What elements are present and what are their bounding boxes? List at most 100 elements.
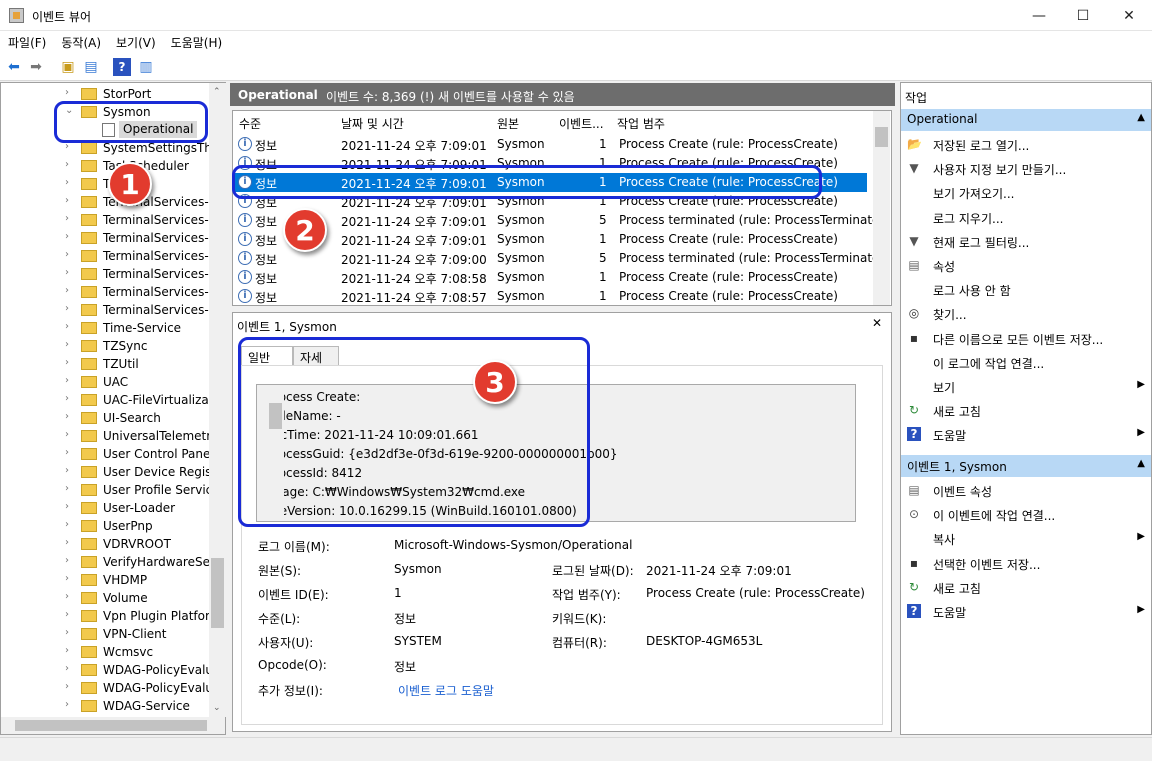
tree-horizontal-scrollbar[interactable] — [1, 717, 225, 734]
tree-item[interactable]: › VDRVROOT — [1, 535, 209, 553]
tree-item[interactable]: › VerifyHardwareSecu — [1, 553, 209, 571]
chevron-right-icon[interactable]: › — [65, 87, 69, 98]
chevron-right-icon[interactable]: › — [65, 681, 69, 692]
tree-item[interactable]: › User-Loader — [1, 499, 209, 517]
column-level[interactable]: 수준 — [239, 115, 261, 132]
help-icon[interactable]: ? — [113, 58, 131, 76]
tree-item[interactable]: › TerminalServices-Re — [1, 283, 209, 301]
event-row[interactable]: i 정보 2021-11-24 오후 7:09:01 Sysmon 1 Process C… — [235, 135, 867, 154]
close-button[interactable]: ✕ — [1106, 0, 1152, 31]
action-item[interactable]: ? 도움말 ▶ — [901, 600, 1151, 622]
action-item[interactable]: ▪ 선택한 이벤트 저장... — [901, 552, 1151, 574]
chevron-right-icon[interactable]: › — [65, 465, 69, 476]
back-arrow-icon[interactable]: ⬅ — [5, 58, 23, 76]
action-item[interactable]: ▼ 사용자 지정 보기 만들기... — [901, 157, 1151, 179]
chevron-right-icon[interactable]: › — [65, 555, 69, 566]
action-item[interactable]: 보기 가져오기... — [901, 181, 1151, 203]
up-folder-icon[interactable]: ▣ — [59, 58, 77, 76]
chevron-right-icon[interactable]: › — [65, 609, 69, 620]
event-row[interactable]: i 정보 2021-11-24 오후 7:08:58 Sysmon 1 Process C… — [235, 268, 867, 287]
event-row[interactable]: i 정보 2021-11-24 오후 7:09:01 Sysmon 1 Process C… — [235, 230, 867, 249]
column-task-category[interactable]: 작업 범주 — [617, 115, 665, 132]
chevron-right-icon[interactable]: › — [65, 339, 69, 350]
actions-section-operational[interactable]: Operational ▲ — [901, 109, 1151, 131]
action-item[interactable]: ▤ 속성 — [901, 254, 1151, 276]
action-item[interactable]: ◎ 찾기... — [901, 302, 1151, 324]
chevron-right-icon[interactable]: › — [65, 231, 69, 242]
chevron-right-icon[interactable]: › — [65, 447, 69, 458]
chevron-right-icon[interactable]: › — [65, 375, 69, 386]
menu-file[interactable]: 파일(F) — [0, 31, 53, 51]
chevron-right-icon[interactable]: › — [65, 411, 69, 422]
action-item[interactable]: ? 도움말 ▶ — [901, 423, 1151, 445]
action-item[interactable]: 보기 ▶ — [901, 375, 1151, 397]
collapse-arrow-icon[interactable]: ▲ — [1137, 458, 1145, 469]
chevron-right-icon[interactable]: › — [65, 483, 69, 494]
tree-vertical-scrollbar[interactable]: ⌃ ⌄ — [209, 83, 226, 717]
event-list-scroll-thumb[interactable] — [875, 127, 888, 147]
action-item[interactable]: ▼ 현재 로그 필터링... — [901, 230, 1151, 252]
forward-arrow-icon[interactable]: ➡ — [27, 58, 45, 76]
chevron-right-icon[interactable]: › — [65, 627, 69, 638]
menu-help[interactable]: 도움말(H) — [163, 31, 230, 51]
chevron-right-icon[interactable]: › — [65, 159, 69, 170]
detail-close-icon[interactable]: ✕ — [872, 316, 882, 330]
tree-item[interactable]: › UAC-FileVirtualizati — [1, 391, 209, 409]
menu-view[interactable]: 보기(V) — [108, 31, 163, 51]
tree-item[interactable]: › WDAG-PolicyEvalua — [1, 679, 209, 697]
tree-item[interactable]: › UserPnp — [1, 517, 209, 535]
tree-item[interactable]: › WDAG-PolicyEvalua — [1, 661, 209, 679]
event-row[interactable]: i 정보 2021-11-24 오후 7:08:57 Sysmon 1 Process C… — [235, 287, 867, 306]
column-source[interactable]: 원본 — [497, 115, 519, 132]
chevron-right-icon[interactable]: › — [65, 501, 69, 512]
scroll-down-arrow-icon[interactable]: ⌄ — [213, 703, 221, 713]
chevron-right-icon[interactable]: › — [65, 699, 69, 710]
menu-action[interactable]: 동작(A) — [53, 31, 108, 51]
show-hide-action-pane-icon[interactable]: ▥ — [137, 58, 155, 76]
action-item[interactable]: 로그 지우기... — [901, 206, 1151, 228]
tree-item[interactable]: ›TCPIP — [1, 175, 209, 193]
chevron-right-icon[interactable]: › — [65, 285, 69, 296]
chevron-right-icon[interactable]: › — [65, 177, 69, 188]
actions-section-event[interactable]: 이벤트 1, Sysmon ▲ — [901, 455, 1151, 477]
chevron-right-icon[interactable]: › — [65, 429, 69, 440]
tree-scroll-thumb[interactable] — [211, 558, 224, 628]
chevron-right-icon[interactable]: › — [65, 195, 69, 206]
chevron-right-icon[interactable]: › — [65, 249, 69, 260]
chevron-right-icon[interactable]: › — [65, 663, 69, 674]
tree-item[interactable]: › TZSync — [1, 337, 209, 355]
action-item[interactable]: ↻ 새로 고침 — [901, 399, 1151, 421]
event-log-help-link[interactable]: 이벤트 로그 도움말 — [398, 682, 494, 699]
chevron-right-icon[interactable]: › — [65, 393, 69, 404]
tree-item[interactable]: › Time-Service — [1, 319, 209, 337]
tree-item[interactable]: › VPN-Client — [1, 625, 209, 643]
minimize-button[interactable]: — — [1016, 0, 1062, 31]
action-item[interactable]: 📂 저장된 로그 열기... — [901, 133, 1151, 155]
chevron-right-icon[interactable]: › — [65, 303, 69, 314]
tree-item[interactable]: › Vpn Plugin Platforr — [1, 607, 209, 625]
tree-item[interactable]: › TerminalServices-Cl — [1, 193, 209, 211]
chevron-right-icon[interactable]: › — [65, 213, 69, 224]
chevron-right-icon[interactable]: › — [65, 357, 69, 368]
event-list-scrollbar[interactable] — [873, 111, 890, 305]
tree-item[interactable]: › UI-Search — [1, 409, 209, 427]
column-datetime[interactable]: 날짜 및 시간 — [341, 115, 404, 132]
tree-item[interactable]: › TerminalServices-Pr — [1, 265, 209, 283]
action-item[interactable]: 로그 사용 안 함 — [901, 278, 1151, 300]
event-row[interactable]: i 정보 2021-11-24 오후 7:09:00 Sysmon 5 Process t… — [235, 249, 884, 268]
tree-item[interactable]: › VHDMP — [1, 571, 209, 589]
tree-item[interactable]: › UAC — [1, 373, 209, 391]
tree-item[interactable]: › User Control Panel — [1, 445, 209, 463]
tree-hscroll-thumb[interactable] — [15, 720, 207, 731]
column-event-id[interactable]: 이벤트... — [559, 115, 604, 132]
action-item[interactable]: ⊙ 이 이벤트에 작업 연결... — [901, 503, 1151, 525]
tree-item[interactable]: › TaskScheduler — [1, 157, 209, 175]
tree-item[interactable]: › Wcmsvc — [1, 643, 209, 661]
tree-item[interactable]: › User Profile Service — [1, 481, 209, 499]
chevron-right-icon[interactable]: › — [65, 321, 69, 332]
tree-item[interactable]: › User Device Registr — [1, 463, 209, 481]
collapse-arrow-icon[interactable]: ▲ — [1137, 112, 1145, 123]
chevron-right-icon[interactable]: › — [65, 591, 69, 602]
scroll-up-arrow-icon[interactable]: ⌃ — [213, 87, 221, 97]
tree-item[interactable]: › TerminalServices-Lo — [1, 229, 209, 247]
